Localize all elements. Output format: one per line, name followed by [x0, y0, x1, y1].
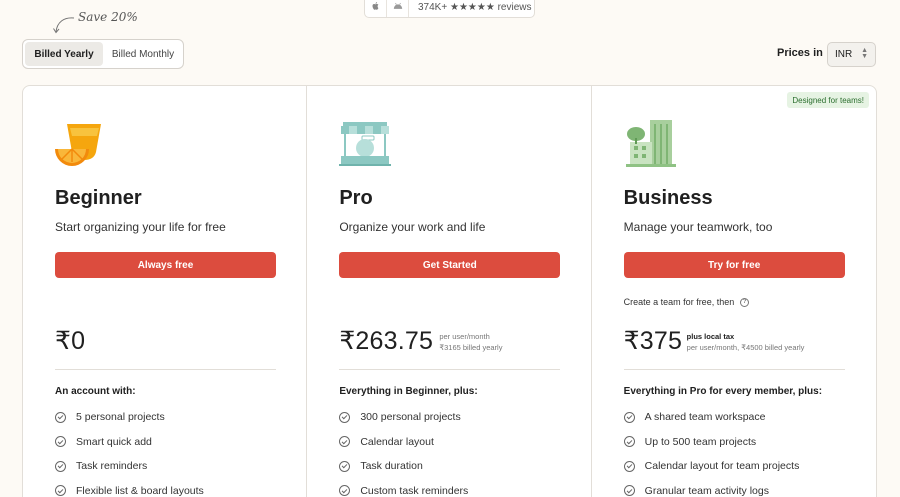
feature-item: Custom task reminders [339, 479, 468, 497]
feature-item: Granular team activity logs [623, 479, 800, 497]
plan-description: Start organizing your life for free [55, 220, 226, 234]
feature-item: Up to 500 team projects [623, 430, 800, 455]
pricing-cards: Beginner Start organizing your life for … [22, 85, 877, 497]
teams-badge: Designed for teams! [787, 92, 869, 108]
team-note-text: Create a team for free, then [623, 297, 735, 307]
plan-name: Beginner [55, 187, 142, 209]
help-icon[interactable]: ? [740, 297, 750, 307]
divider [339, 369, 561, 370]
check-circle-icon [623, 485, 635, 497]
price-period: per user/month [439, 332, 490, 341]
plan-price: ₹0 [55, 327, 86, 355]
always-free-button[interactable]: Always free [55, 252, 276, 278]
team-note: Create a team for free, then ? [624, 297, 750, 307]
check-circle-icon [339, 436, 351, 448]
save-note: Save 20% [78, 10, 138, 24]
check-circle-icon [339, 485, 351, 497]
feature-list: A shared team workspace Up to 500 team p… [623, 405, 800, 497]
plan-name: Business [623, 187, 713, 209]
price-tax: plus local tax [686, 332, 735, 341]
check-circle-icon [55, 485, 66, 497]
features-heading: Everything in Pro for every member, plus… [623, 386, 823, 397]
check-circle-icon [623, 411, 635, 423]
plan-price: ₹375 [623, 327, 683, 355]
check-circle-icon [55, 411, 66, 423]
feature-list: 300 personal projects Calendar layout Ta… [339, 405, 468, 497]
plan-name: Pro [339, 187, 373, 209]
check-circle-icon [55, 436, 66, 448]
plan-description: Manage your teamwork, too [623, 220, 773, 234]
feature-item: Task duration [339, 454, 468, 479]
market-stall-icon [339, 122, 392, 166]
price-details: plus local tax per user/month, ₹4500 bil… [687, 331, 805, 353]
plan-description: Organize your work and life [339, 220, 486, 234]
divider [623, 369, 845, 370]
price-billed: ₹3165 billed yearly [439, 343, 503, 352]
currency-select[interactable]: INR ▲ ▼ [827, 42, 876, 67]
billed-yearly-button[interactable]: Billed Yearly [25, 42, 103, 66]
price-billed: per user/month, ₹4500 billed yearly [686, 343, 805, 352]
currency-value: INR [835, 49, 853, 60]
get-started-button[interactable]: Get Started [339, 252, 561, 278]
feature-item: 300 personal projects [339, 405, 468, 430]
orange-juice-icon [55, 124, 101, 166]
plan-price: ₹263.75 [339, 327, 434, 355]
reviews-text: 374K+ ★★★★★ reviews [418, 2, 532, 13]
plan-card-beginner: Beginner Start organizing your life for … [23, 86, 308, 497]
chevron-updown-icon: ▲ ▼ [861, 47, 868, 60]
feature-item: Flexible list & board layouts [55, 479, 204, 497]
check-circle-icon [623, 436, 635, 448]
feature-list: 5 personal projects Smart quick add Task… [55, 405, 204, 497]
plan-card-business: Designed for teams! Business Manage your… [592, 86, 876, 497]
features-heading: Everything in Beginner, plus: [339, 386, 478, 397]
check-circle-icon [339, 411, 351, 423]
billing-toggle: Billed Yearly Billed Monthly [22, 39, 184, 69]
feature-item: Task reminders [55, 454, 204, 479]
prices-in-label: Prices in [777, 47, 823, 59]
curved-arrow-icon [53, 17, 75, 34]
price-details: per user/month ₹3165 billed yearly [439, 331, 502, 353]
feature-item: Calendar layout [339, 430, 468, 455]
feature-item: Smart quick add [55, 430, 204, 455]
check-circle-icon [55, 460, 66, 472]
feature-item: 5 personal projects [55, 405, 204, 430]
feature-item: A shared team workspace [623, 405, 800, 430]
check-circle-icon [623, 460, 635, 472]
app-reviews-bar: 374K+ ★★★★★ reviews [364, 0, 535, 18]
features-heading: An account with: [55, 386, 136, 397]
divider [55, 369, 276, 370]
office-buildings-icon [625, 120, 676, 167]
billed-monthly-button[interactable]: Billed Monthly [106, 42, 180, 66]
android-icon[interactable] [387, 0, 409, 17]
apple-icon[interactable] [365, 0, 387, 17]
check-circle-icon [339, 460, 351, 472]
plan-card-pro: Pro Organize your work and life Get Star… [307, 86, 592, 497]
feature-item: Calendar layout for team projects [623, 454, 799, 479]
try-for-free-button[interactable]: Try for free [623, 252, 845, 278]
